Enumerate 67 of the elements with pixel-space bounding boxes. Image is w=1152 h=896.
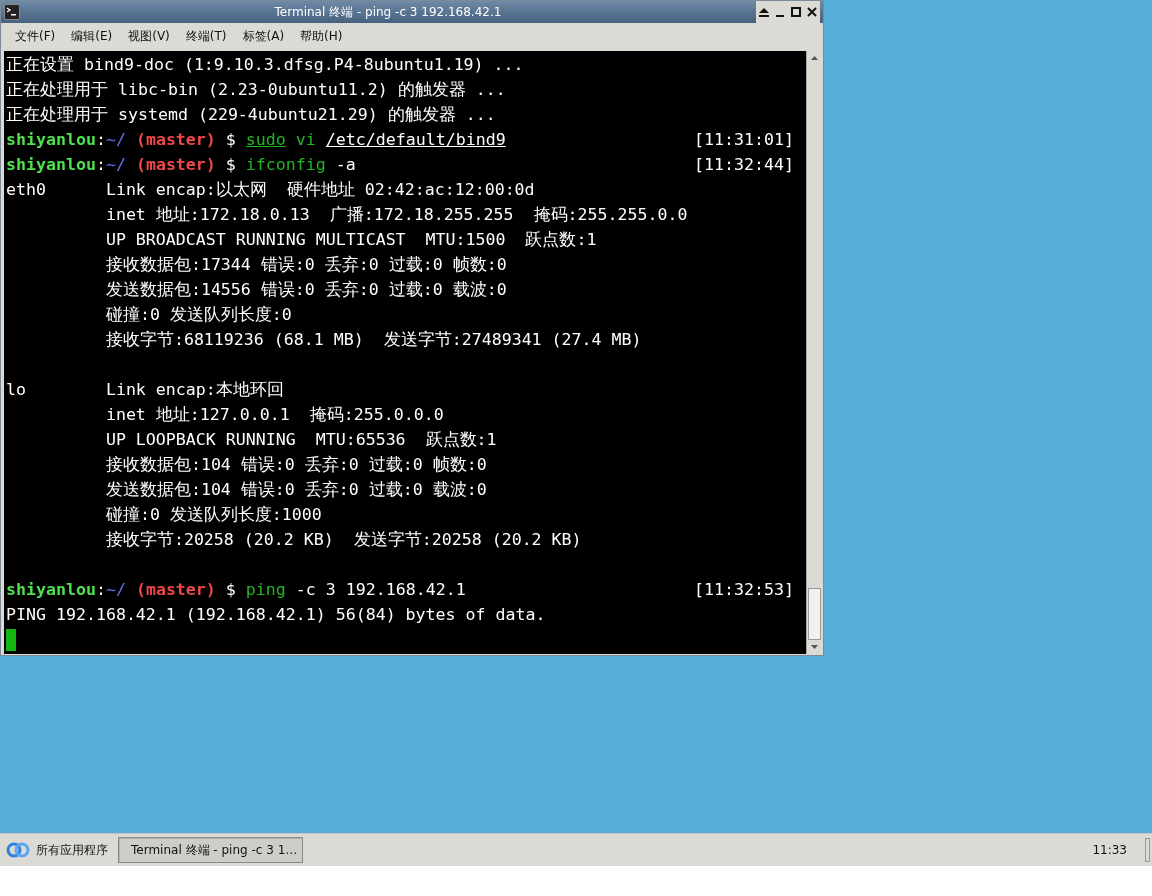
prompt-branch: (master) [135, 580, 216, 599]
prompt-path: ~/ [105, 580, 126, 599]
prompt-branch: (master) [135, 155, 216, 174]
maximize-icon[interactable] [790, 6, 802, 18]
timestamp: [11:31:01] [694, 129, 795, 151]
terminal-line: 接收字节:20258 (20.2 KB) 发送字节:20258 (20.2 KB) [104, 530, 582, 549]
command-word: ping [245, 580, 286, 599]
terminal-icon [4, 4, 20, 20]
taskbar-window-button[interactable]: Terminal 终端 - ping -c 3 1… [118, 837, 303, 863]
menu-item[interactable]: 终端(T) [177, 24, 235, 48]
terminal-line: 正在设置 bind9-doc (1:9.10.3.dfsg.P4-8ubuntu1.19) ... [6, 55, 524, 74]
command-word: sudo [245, 130, 286, 149]
terminal-line: 碰撞:0 发送队列长度:0 [104, 305, 292, 324]
prompt-path: ~/ [105, 130, 126, 149]
prompt-symbol: $ [225, 130, 236, 149]
timestamp: [11:32:44] [694, 154, 795, 176]
panel-handle[interactable] [1145, 838, 1150, 862]
prompt-user: shiyanlou [6, 130, 96, 149]
window-title: Terminal 终端 - ping -c 3 192.168.42.1 [273, 3, 503, 21]
command-word: 192.168.42.1 [345, 580, 466, 599]
prompt-user: shiyanlou [6, 580, 96, 599]
scroll-thumb[interactable] [808, 588, 821, 640]
command-word: -c [295, 580, 316, 599]
menu-item[interactable]: 视图(V) [120, 24, 178, 48]
clock: 11:33 [1092, 843, 1128, 857]
prompt-branch: (master) [135, 130, 216, 149]
command-word: ifconfig [245, 155, 326, 174]
terminal-line: 正在处理用于 libc-bin (2.23-0ubuntu11.2) 的触发器 ... [6, 80, 506, 99]
apps-logo-icon [6, 842, 30, 858]
prompt-separator: : [95, 155, 106, 174]
timestamp: [11:32:53] [694, 579, 795, 601]
close-icon[interactable] [806, 6, 818, 18]
terminal-line: lo Link encap:本地环回 [6, 380, 284, 399]
terminal-line: 碰撞:0 发送队列长度:1000 [104, 505, 322, 524]
terminal-screen[interactable] [4, 51, 806, 654]
menu-item[interactable]: 文件(F) [7, 24, 64, 48]
scroll-down-icon[interactable] [811, 645, 818, 649]
applications-menu-button[interactable]: 所有应用程序 [4, 836, 114, 864]
terminal-line: 接收数据包:17344 错误:0 丢弃:0 过载:0 帧数:0 [104, 255, 507, 274]
prompt-symbol: $ [225, 580, 236, 599]
scrollbar[interactable] [806, 51, 822, 654]
shade-icon[interactable] [758, 6, 770, 18]
terminal-line: PING 192.168.42.1 (192.168.42.1) 56(84) bytes of data. [6, 605, 546, 624]
prompt-path: ~/ [105, 155, 126, 174]
prompt-separator: : [95, 580, 106, 599]
terminal-line: UP BROADCAST RUNNING MULTICAST MTU:1500 跃点数:1 [104, 230, 597, 249]
command-word: -a [335, 155, 356, 174]
terminal-line: inet 地址:172.18.0.13 广播:172.18.255.255 掩码:255.255.0.0 [104, 205, 688, 224]
menu-item[interactable]: 标签(A) [234, 24, 293, 48]
terminal-line: 接收字节:68119236 (68.1 MB) 发送字节:27489341 (27.4 MB) [104, 330, 642, 349]
command-word: vi [295, 130, 316, 149]
terminal-line: 发送数据包:104 错误:0 丢弃:0 过载:0 载波:0 [104, 480, 487, 499]
command-word: /etc/default/bind9 [325, 130, 506, 149]
menu-item[interactable]: 帮助(H) [292, 24, 351, 48]
terminal-line: 发送数据包:14556 错误:0 丢弃:0 过载:0 载波:0 [104, 280, 507, 299]
terminal-line: eth0 Link encap:以太网 硬件地址 02:42:ac:12:00:0d [6, 180, 535, 199]
text-cursor [6, 629, 16, 651]
prompt-separator: : [95, 130, 106, 149]
prompt-symbol: $ [225, 155, 236, 174]
terminal-line: 正在处理用于 systemd (229-4ubuntu21.29) 的触发器 ... [6, 105, 496, 124]
menu-item[interactable]: 编辑(E) [63, 24, 121, 48]
command-word: 3 [325, 580, 336, 599]
terminal-line: UP LOOPBACK RUNNING MTU:65536 跃点数:1 [104, 430, 497, 449]
terminal-line: 接收数据包:104 错误:0 丢弃:0 过载:0 帧数:0 [104, 455, 487, 474]
scroll-up-icon[interactable] [811, 56, 818, 60]
prompt-user: shiyanlou [6, 155, 96, 174]
terminal-line: inet 地址:127.0.0.1 掩码:255.0.0.0 [104, 405, 444, 424]
